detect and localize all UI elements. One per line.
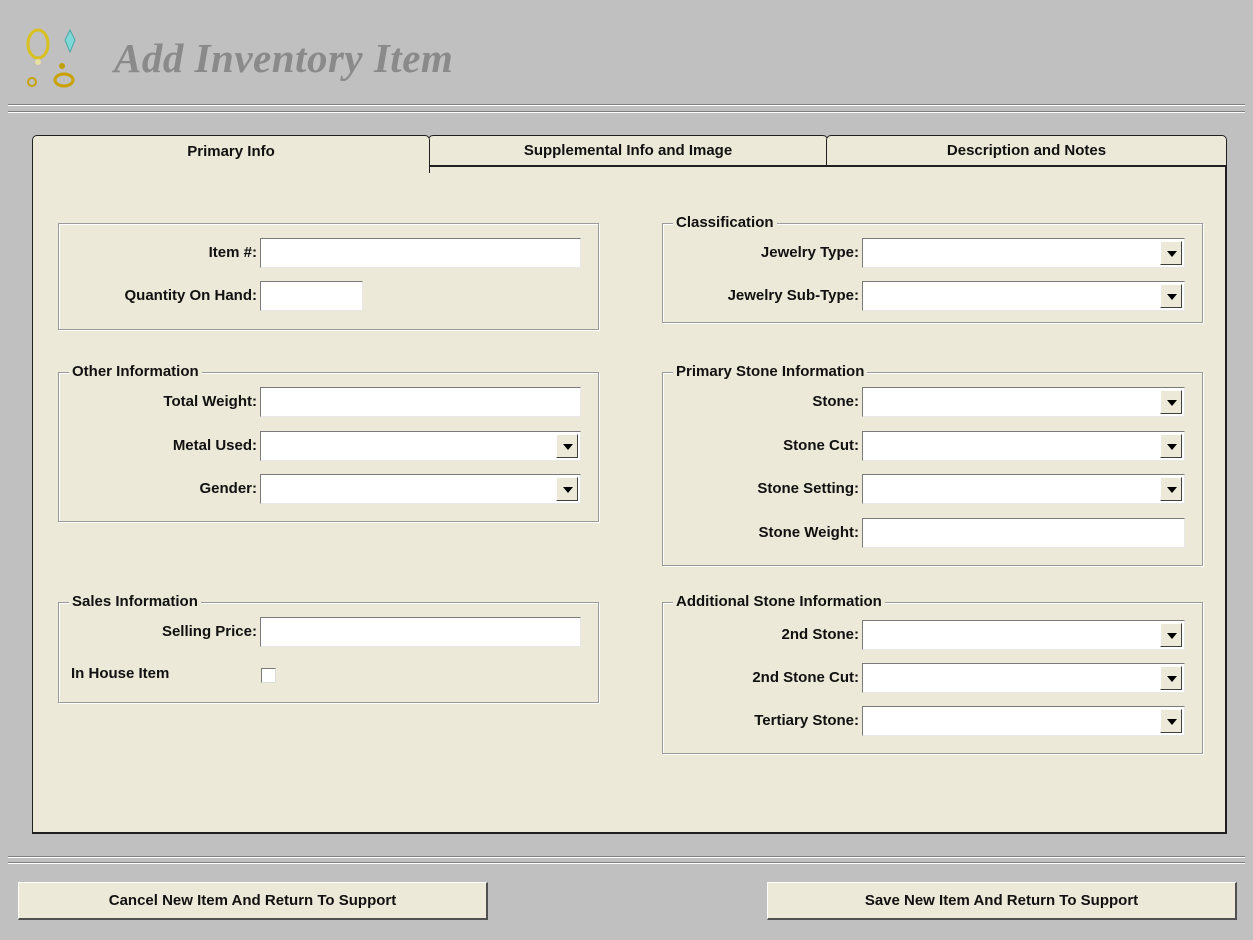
other-information-group: Other Information Total Weight: Metal Us…	[58, 363, 599, 522]
second-stone-label: 2nd Stone:	[781, 626, 860, 643]
classification-legend: Classification	[673, 214, 777, 232]
chevron-down-icon[interactable]	[1160, 709, 1182, 733]
page-title: Add Inventory Item	[114, 35, 454, 81]
footer-divider	[8, 862, 1245, 864]
stone-label: Stone:	[812, 393, 859, 410]
tab-primary-info[interactable]: Primary Info	[32, 135, 430, 173]
header-divider	[8, 104, 1245, 106]
second-stone-cut-select[interactable]	[862, 663, 1185, 693]
additional-stone-information-legend: Additional Stone Information	[673, 593, 885, 611]
jewelry-type-label: Jewelry Type:	[760, 244, 859, 261]
primary-stone-information-legend: Primary Stone Information	[673, 363, 868, 381]
stone-setting-label: Stone Setting:	[757, 480, 859, 497]
jewelry-sub-type-label: Jewelry Sub-Type:	[727, 287, 859, 304]
gender-label: Gender:	[199, 480, 257, 497]
second-stone-cut-label: 2nd Stone Cut:	[752, 669, 859, 686]
total-weight-label: Total Weight:	[163, 393, 257, 410]
item-number-label: Item #:	[208, 244, 257, 261]
stone-weight-label: Stone Weight:	[758, 524, 859, 541]
cancel-new-item-button[interactable]: Cancel New Item And Return To Support	[18, 882, 488, 920]
jewelry-sub-type-select[interactable]	[862, 281, 1185, 311]
metal-used-label: Metal Used:	[172, 437, 257, 454]
total-weight-input[interactable]	[260, 387, 581, 417]
primary-stone-information-group: Primary Stone Information Stone: Stone C…	[662, 363, 1203, 566]
metal-used-select[interactable]	[260, 431, 581, 461]
footer-divider	[8, 856, 1245, 858]
item-basic-group: Item #: Quantity On Hand:	[58, 223, 599, 330]
quantity-on-hand-input[interactable]	[260, 281, 363, 311]
quantity-on-hand-label: Quantity On Hand:	[124, 287, 258, 304]
second-stone-select[interactable]	[862, 620, 1185, 650]
chevron-down-icon[interactable]	[556, 477, 578, 501]
tab-panel-primary-info: Item #: Quantity On Hand: Other Informat…	[32, 166, 1227, 834]
jewelry-type-select[interactable]	[862, 238, 1185, 268]
stone-cut-select[interactable]	[862, 431, 1185, 461]
in-house-item-checkbox[interactable]	[261, 668, 276, 683]
save-new-item-button[interactable]: Save New Item And Return To Support	[767, 882, 1237, 920]
additional-stone-information-group: Additional Stone Information 2nd Stone: …	[662, 593, 1203, 754]
tertiary-stone-select[interactable]	[862, 706, 1185, 736]
chevron-down-icon[interactable]	[556, 434, 578, 458]
selling-price-input[interactable]	[260, 617, 581, 647]
chevron-down-icon[interactable]	[1160, 434, 1182, 458]
tab-description-notes[interactable]: Description and Notes	[826, 135, 1227, 166]
window-header: Add Inventory Item	[0, 0, 1253, 104]
chevron-down-icon[interactable]	[1160, 666, 1182, 690]
in-house-item-label: In House Item	[71, 665, 170, 682]
header-divider	[8, 111, 1245, 113]
item-number-input[interactable]	[260, 238, 581, 268]
stone-select[interactable]	[862, 387, 1185, 417]
sales-information-group: Sales Information Selling Price: In Hous…	[58, 593, 599, 703]
other-information-legend: Other Information	[69, 363, 202, 381]
tab-supplemental-info[interactable]: Supplemental Info and Image	[428, 135, 828, 166]
stone-setting-select[interactable]	[862, 474, 1185, 504]
chevron-down-icon[interactable]	[1160, 390, 1182, 414]
chevron-down-icon[interactable]	[1160, 477, 1182, 501]
sales-information-legend: Sales Information	[69, 593, 201, 611]
chevron-down-icon[interactable]	[1160, 284, 1182, 308]
chevron-down-icon[interactable]	[1160, 241, 1182, 265]
classification-group: Classification Jewelry Type: Jewelry Sub…	[662, 214, 1203, 323]
gender-select[interactable]	[260, 474, 581, 504]
selling-price-label: Selling Price:	[161, 623, 257, 640]
stone-cut-label: Stone Cut:	[783, 437, 859, 454]
stone-weight-input[interactable]	[862, 518, 1185, 548]
tertiary-stone-label: Tertiary Stone:	[754, 712, 859, 729]
chevron-down-icon[interactable]	[1160, 623, 1182, 647]
jewelry-logo-icon	[26, 28, 76, 88]
